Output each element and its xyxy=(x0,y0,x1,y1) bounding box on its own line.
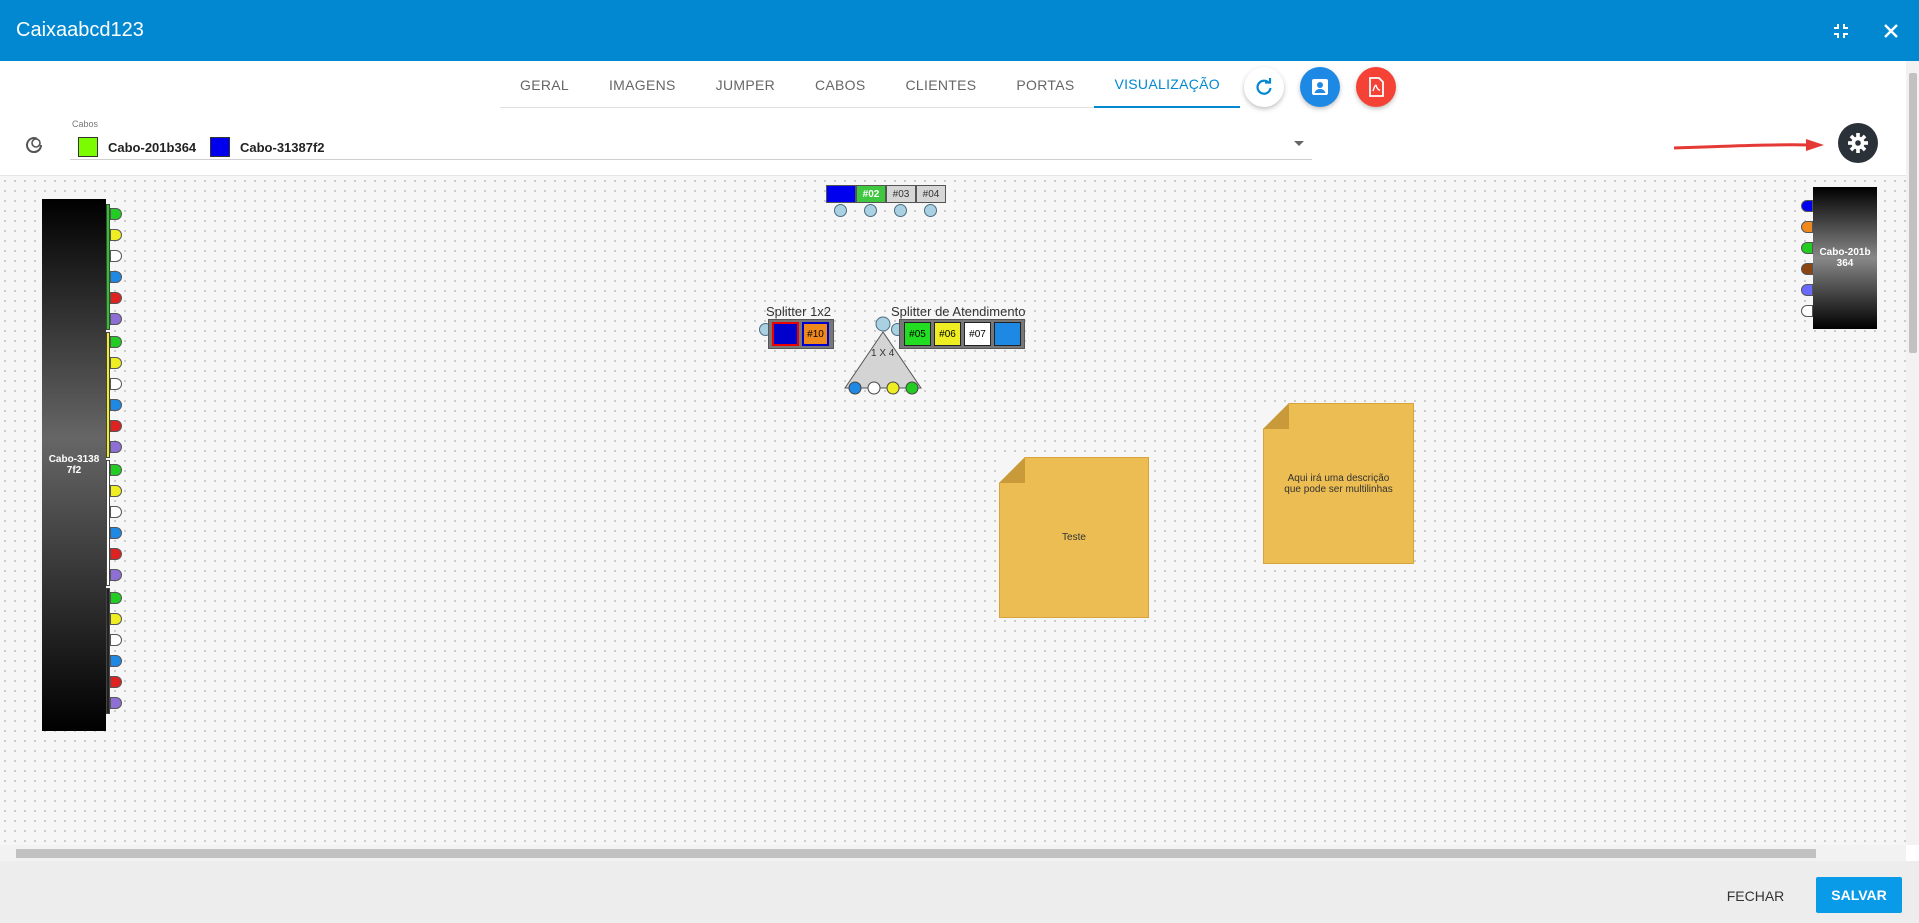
splitter-port-10[interactable]: #10 xyxy=(802,322,829,346)
gear-icon xyxy=(1848,133,1868,153)
fiber-dot[interactable] xyxy=(110,697,122,709)
fiber-dot[interactable] xyxy=(110,271,122,283)
cable-chip[interactable]: Cabo-31387f2 xyxy=(210,137,325,157)
tab-cabos[interactable]: CABOS xyxy=(795,61,886,108)
connector-dot[interactable] xyxy=(864,204,877,217)
connector-dot[interactable] xyxy=(834,204,847,217)
fiber-dot[interactable] xyxy=(110,229,122,241)
pdf-button[interactable] xyxy=(1356,67,1396,107)
close-icon[interactable] xyxy=(1879,19,1903,43)
fiber-dot[interactable] xyxy=(110,378,122,390)
save-button[interactable]: SALVAR xyxy=(1816,877,1902,913)
reset-view-icon[interactable] xyxy=(22,133,46,157)
cables-select-label: Cabos xyxy=(72,119,99,129)
scroll-thumb[interactable] xyxy=(16,849,1816,858)
fiber-dot[interactable] xyxy=(110,485,122,497)
fiber-dot[interactable] xyxy=(110,592,122,604)
refresh-icon xyxy=(1256,78,1272,95)
note-text: Aqui irá uma descrição que pode ser mult… xyxy=(1284,472,1393,495)
fiber-dot[interactable] xyxy=(110,634,122,646)
fiber-dot[interactable] xyxy=(110,357,122,369)
fiber-dot[interactable] xyxy=(110,655,122,667)
tube-marker xyxy=(106,588,110,714)
port-03[interactable]: #03 xyxy=(886,185,916,203)
fiber-dot[interactable] xyxy=(110,527,122,539)
pdf-icon xyxy=(1369,77,1384,97)
cable-chip-label: Cabo-201b364 xyxy=(108,139,197,155)
left-cable[interactable]: Cabo-3138 7f2 xyxy=(42,199,106,731)
contact-button[interactable] xyxy=(1300,67,1340,107)
tube-marker xyxy=(106,332,110,458)
minimize-icon[interactable] xyxy=(1829,19,1853,43)
fiber-dot[interactable] xyxy=(110,569,122,581)
dialog-header: Caixaabcd123 xyxy=(0,0,1919,61)
cables-select[interactable]: Cabos Cabo-201b364 Cabo-31387f2 xyxy=(70,117,1312,160)
tab-clientes[interactable]: CLIENTES xyxy=(886,61,997,108)
splitter-port-07[interactable]: #07 xyxy=(964,322,991,346)
fiber-dot[interactable] xyxy=(110,250,122,262)
fiber-dot[interactable] xyxy=(110,464,122,476)
tab-visualizacao[interactable]: VISUALIZAÇÃO xyxy=(1094,61,1240,108)
splitter-1x2-label: Splitter 1x2 xyxy=(766,304,832,319)
note-fold-icon xyxy=(999,457,1025,483)
left-cable-label: Cabo-3138 7f2 xyxy=(48,454,100,476)
sticky-note[interactable]: Teste xyxy=(999,457,1149,618)
port-02[interactable]: #02 xyxy=(856,185,886,203)
contact-card-icon xyxy=(1312,79,1328,95)
splitter-1x4[interactable] xyxy=(840,316,940,416)
note-text: Teste xyxy=(1062,532,1086,543)
settings-button[interactable] xyxy=(1838,123,1878,163)
cable-chip-label: Cabo-31387f2 xyxy=(240,139,325,155)
cable-chip[interactable]: Cabo-201b364 xyxy=(78,137,202,157)
fiber-dot[interactable] xyxy=(110,613,122,625)
fiber-dot[interactable] xyxy=(1801,242,1813,254)
tab-geral[interactable]: GERAL xyxy=(500,61,589,108)
fiber-dot[interactable] xyxy=(110,676,122,688)
cable-color-swatch xyxy=(78,137,98,157)
fiber-dot[interactable] xyxy=(110,420,122,432)
fiber-dot[interactable] xyxy=(1801,284,1813,296)
fiber-dot[interactable] xyxy=(110,208,122,220)
red-arrow-annotation xyxy=(1673,139,1824,151)
fiber-dot[interactable] xyxy=(110,441,122,453)
splitter-1x4-label: 1 X 4 xyxy=(871,348,895,359)
right-cable-label: Cabo-201b 364 xyxy=(1819,247,1871,269)
diagram-canvas[interactable]: Cabo-3138 7f2 Cabo-201b 364 #01 #02 #03 … xyxy=(0,175,1906,845)
note-fold-icon xyxy=(1263,403,1289,429)
fiber-dot[interactable] xyxy=(1801,200,1813,212)
cable-color-swatch xyxy=(210,137,230,157)
tab-jumper[interactable]: JUMPER xyxy=(696,61,795,108)
tab-portas[interactable]: PORTAS xyxy=(996,61,1094,108)
fiber-dot[interactable] xyxy=(110,336,122,348)
dialog-title: Caixaabcd123 xyxy=(16,19,144,41)
tube-marker xyxy=(106,460,110,586)
fiber-dot[interactable] xyxy=(110,506,122,518)
splitter-port-09[interactable]: #09 xyxy=(772,322,799,346)
splitter-port-08[interactable]: #08 xyxy=(994,322,1021,346)
sticky-note[interactable]: Aqui irá uma descrição que pode ser mult… xyxy=(1263,403,1414,564)
fiber-dot[interactable] xyxy=(1801,221,1813,233)
scroll-thumb[interactable] xyxy=(1909,73,1917,353)
close-button[interactable]: FECHAR xyxy=(1713,878,1798,914)
chevron-down-icon[interactable] xyxy=(1294,141,1304,146)
port-01[interactable]: #01 xyxy=(826,185,856,203)
connector-dot[interactable] xyxy=(924,204,937,217)
right-cable[interactable]: Cabo-201b 364 xyxy=(1813,187,1877,329)
fiber-dot[interactable] xyxy=(110,292,122,304)
tube-marker xyxy=(106,204,110,330)
tab-imagens[interactable]: IMAGENS xyxy=(589,61,696,108)
fiber-dot[interactable] xyxy=(1801,263,1813,275)
tab-bar: GERAL IMAGENS JUMPER CABOS CLIENTES PORT… xyxy=(500,61,1240,108)
port-04[interactable]: #04 xyxy=(916,185,946,203)
fiber-dot[interactable] xyxy=(110,313,122,325)
refresh-button[interactable] xyxy=(1244,67,1284,107)
connector-dot[interactable] xyxy=(894,204,907,217)
fiber-dot[interactable] xyxy=(110,399,122,411)
fiber-dot[interactable] xyxy=(1801,305,1813,317)
horizontal-scrollbar[interactable] xyxy=(0,845,1906,861)
fiber-dot[interactable] xyxy=(110,548,122,560)
dialog-footer: FECHAR SALVAR xyxy=(0,861,1919,923)
vertical-scrollbar[interactable] xyxy=(1906,61,1919,845)
